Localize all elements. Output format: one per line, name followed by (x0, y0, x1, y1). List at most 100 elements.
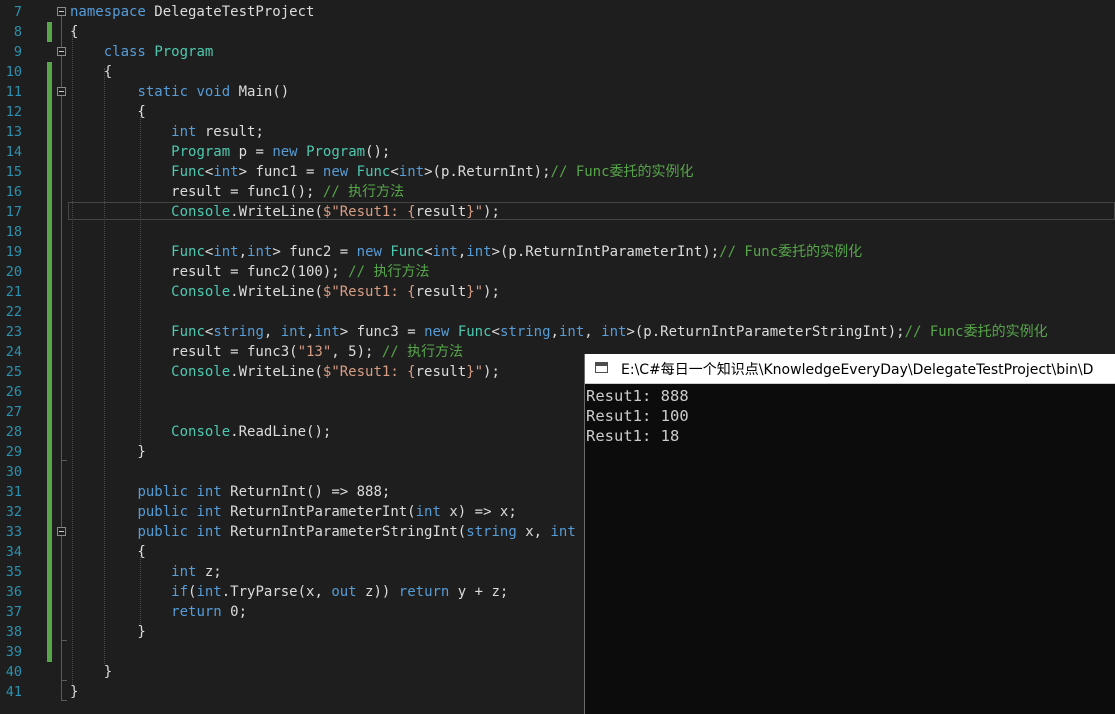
code-token: result = func3( (70, 344, 298, 360)
code-token: , (238, 244, 248, 260)
code-token: x, (516, 524, 551, 540)
code-token: > func2 = (272, 244, 357, 260)
code-token: Func (356, 164, 391, 180)
change-indicator (47, 242, 52, 262)
code-token: }" (466, 364, 484, 380)
code-token: // Func委托的实例化 (550, 164, 694, 180)
code-token: Program (306, 144, 366, 160)
code-token: .TryParse(x, (221, 584, 332, 600)
console-window[interactable]: E:\C#每日一个知识点\KnowledgeEveryDay\DelegateT… (584, 354, 1115, 714)
console-output[interactable]: Resut1: 888 Resut1: 100 Resut1: 18 (586, 386, 689, 446)
code-token: int (466, 244, 492, 260)
code-token: < (491, 324, 500, 340)
code-token: int (196, 584, 222, 600)
code-line[interactable]: 12 { (0, 102, 1115, 122)
line-number: 9 (13, 44, 22, 60)
code-token: ReturnInt() => 888; (221, 484, 391, 500)
code-text: Console.WriteLine($"Resut1: {result}"); (70, 282, 500, 302)
code-line[interactable]: 15 Func<int> func1 = new Func<int>(p.Ret… (0, 162, 1115, 182)
minus-box-icon[interactable] (57, 7, 66, 16)
line-number: 23 (5, 324, 22, 340)
code-token: // Func委托的实例化 (719, 244, 863, 260)
code-text: public int ReturnInt() => 888; (70, 482, 390, 502)
change-indicator (47, 202, 52, 222)
code-line[interactable]: 16 result = func1(); // 执行方法 (0, 182, 1115, 202)
line-number: 38 (5, 624, 22, 640)
code-line[interactable]: 8{ (0, 22, 1115, 42)
code-line[interactable]: 7 namespace DelegateTestProject (0, 2, 1115, 22)
code-token: int (196, 504, 222, 520)
code-token: new (356, 244, 382, 260)
line-number: 11 (5, 84, 22, 100)
console-output-line: Resut1: 888 (586, 387, 689, 405)
code-token: int (558, 324, 585, 340)
code-line[interactable]: 17 Console.WriteLine($"Resut1: {result}"… (0, 202, 1115, 222)
code-line[interactable]: 9 class Program (0, 42, 1115, 62)
code-token: public (137, 484, 189, 500)
line-number: 12 (5, 104, 22, 120)
minus-box-icon[interactable] (57, 47, 66, 56)
change-indicator (47, 562, 52, 582)
line-number: 41 (5, 684, 22, 700)
code-text: } (70, 442, 146, 462)
code-token: (); (365, 144, 391, 160)
code-token: int (196, 524, 222, 540)
change-indicator (47, 22, 52, 42)
change-indicator (47, 602, 52, 622)
code-text: Console.WriteLine($"Resut1: {result}"); (70, 202, 500, 222)
change-indicator (47, 422, 52, 442)
change-indicator (47, 402, 52, 422)
change-indicator (47, 542, 52, 562)
code-token: result = func1(); (70, 184, 323, 200)
code-text: result = func1(); // 执行方法 (70, 182, 404, 202)
code-line[interactable]: 20 result = func2(100); // 执行方法 (0, 262, 1115, 282)
code-line[interactable]: 13 int result; (0, 122, 1115, 142)
line-number: 40 (5, 664, 22, 680)
code-text: int z; (70, 562, 222, 582)
code-text: namespace DelegateTestProject (70, 2, 314, 22)
change-indicator (47, 262, 52, 282)
code-text: result = func3("13", 5); // 执行方法 (70, 342, 463, 362)
code-token: < (390, 164, 399, 180)
code-token: 0; (221, 604, 248, 620)
code-text: Func<int,int> func2 = new Func<int,int>(… (70, 242, 862, 262)
code-line[interactable]: 11 static void Main() (0, 82, 1115, 102)
code-line[interactable]: 23 Func<string, int,int> func3 = new Fun… (0, 322, 1115, 342)
code-token: , (263, 324, 281, 340)
line-number: 29 (5, 444, 22, 460)
code-token: } (70, 444, 146, 460)
change-indicator (47, 62, 52, 82)
code-token: namespace (70, 4, 146, 20)
code-line[interactable]: 19 Func<int,int> func2 = new Func<int,in… (0, 242, 1115, 262)
code-token: public (137, 504, 189, 520)
code-line[interactable]: 18 (0, 222, 1115, 242)
change-indicator (47, 622, 52, 642)
code-line[interactable]: 10 { (0, 62, 1115, 82)
code-text: Console.WriteLine($"Resut1: {result}"); (70, 362, 500, 382)
line-number: 21 (5, 284, 22, 300)
code-token: int (314, 324, 340, 340)
code-text: if(int.TryParse(x, out z)) return y + z; (70, 582, 508, 602)
change-indicator (47, 482, 52, 502)
minus-box-icon[interactable] (57, 87, 66, 96)
line-number: 37 (5, 604, 22, 620)
minus-box-icon[interactable] (57, 527, 66, 536)
code-token: $"Resut1: { (322, 364, 416, 380)
code-token: }" (466, 204, 484, 220)
change-indicator (47, 342, 52, 362)
code-token: $"Resut1: { (322, 204, 416, 220)
code-line[interactable]: 14 Program p = new Program(); (0, 142, 1115, 162)
code-line[interactable]: 21 Console.WriteLine($"Resut1: {result}"… (0, 282, 1115, 302)
console-titlebar[interactable]: E:\C#每日一个知识点\KnowledgeEveryDay\DelegateT… (585, 354, 1115, 384)
line-number: 13 (5, 124, 22, 140)
code-token: Func (171, 164, 205, 180)
code-line[interactable]: 22 (0, 302, 1115, 322)
code-text: Console.ReadLine(); (70, 422, 331, 442)
